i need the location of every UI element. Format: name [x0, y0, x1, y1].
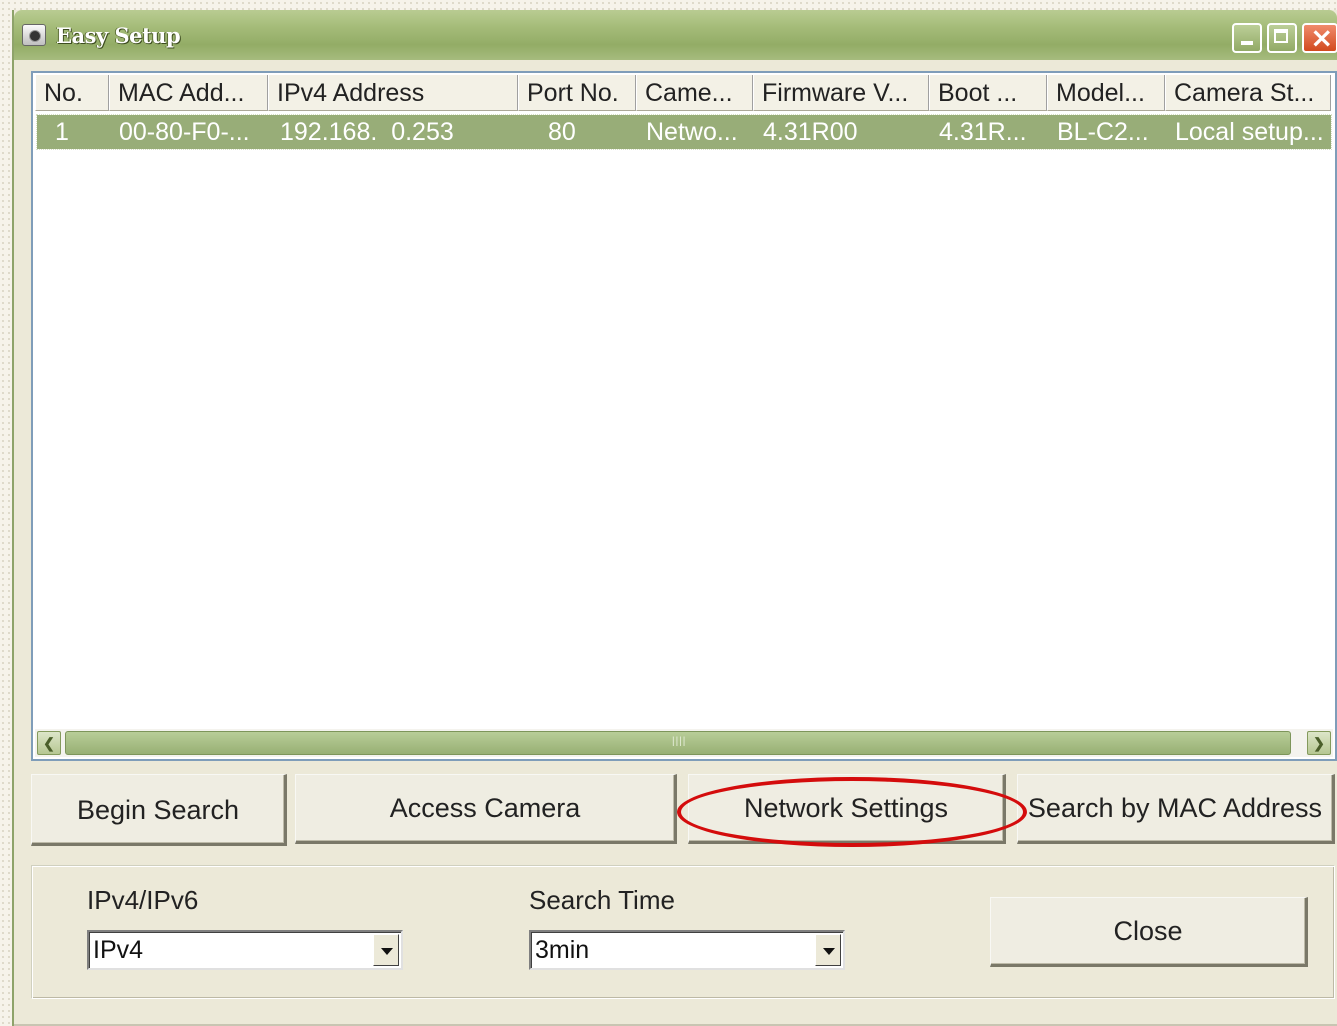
table-row[interactable]: 1 00-80-F0-... 192.168. 0.253 80 Netwo..…	[36, 114, 1332, 150]
column-header-camera[interactable]: Came...	[636, 75, 753, 111]
search-time-label: Search Time	[529, 885, 675, 915]
scroll-left-button[interactable]: ❮	[37, 731, 61, 755]
column-header-mac[interactable]: MAC Add...	[109, 75, 268, 111]
list-header: No. MAC Add... IPv4 Address Port No. Cam…	[35, 75, 1331, 111]
column-header-port[interactable]: Port No.	[518, 75, 636, 111]
grip-icon: ||||	[672, 736, 687, 747]
cell-model: BL-C2...	[1057, 118, 1149, 146]
title-bar[interactable]: Easy Setup ×	[14, 10, 1337, 60]
access-camera-button[interactable]: Access Camera	[295, 774, 677, 844]
column-header-ipv4[interactable]: IPv4 Address	[268, 75, 518, 111]
ip-version-value: IPv4	[93, 936, 144, 964]
column-header-camera-status[interactable]: Camera St...	[1165, 75, 1331, 111]
camera-list[interactable]: No. MAC Add... IPv4 Address Port No. Cam…	[31, 71, 1337, 761]
easy-setup-window: Easy Setup × No. MAC Add... IPv4 Address…	[12, 10, 1337, 1026]
column-header-firmware[interactable]: Firmware V...	[753, 75, 929, 111]
cell-firmware: 4.31R00	[763, 118, 858, 146]
close-icon: ×	[1310, 21, 1334, 54]
begin-search-button[interactable]: Begin Search	[31, 774, 287, 846]
ip-version-label: IPv4/IPv6	[87, 885, 199, 915]
search-time-select[interactable]: 3min	[529, 930, 845, 970]
column-header-no[interactable]: No.	[35, 75, 109, 111]
window-title: Easy Setup	[56, 23, 181, 48]
scroll-thumb[interactable]: ||||	[65, 731, 1291, 755]
cell-boot: 4.31R...	[939, 118, 1027, 146]
chevron-left-icon: ❮	[43, 735, 55, 751]
scroll-right-button[interactable]: ❯	[1307, 731, 1331, 755]
cell-mac: 00-80-F0-...	[119, 118, 250, 146]
search-by-mac-button[interactable]: Search by MAC Address	[1017, 774, 1335, 844]
cell-camera: Netwo...	[646, 118, 738, 146]
column-header-boot[interactable]: Boot ...	[929, 75, 1047, 111]
camera-app-icon	[22, 24, 46, 46]
cell-ipv4: 192.168. 0.253	[280, 118, 454, 146]
close-button[interactable]: Close	[990, 897, 1308, 967]
ip-version-select[interactable]: IPv4	[87, 930, 403, 970]
search-time-value: 3min	[535, 936, 590, 964]
maximize-button[interactable]	[1267, 23, 1297, 53]
horizontal-scrollbar[interactable]: ❮ |||| ❯	[35, 729, 1333, 757]
minimize-button[interactable]	[1232, 23, 1262, 53]
cell-port: 80	[548, 118, 576, 146]
cell-no: 1	[55, 118, 69, 146]
chevron-down-icon[interactable]	[373, 934, 399, 966]
close-window-button[interactable]: ×	[1302, 21, 1337, 54]
network-settings-button[interactable]: Network Settings	[688, 774, 1006, 844]
cell-camera-status: Local setup...	[1175, 118, 1324, 146]
chevron-down-icon[interactable]	[815, 934, 841, 966]
column-header-model[interactable]: Model...	[1047, 75, 1165, 111]
chevron-right-icon: ❯	[1313, 735, 1325, 751]
